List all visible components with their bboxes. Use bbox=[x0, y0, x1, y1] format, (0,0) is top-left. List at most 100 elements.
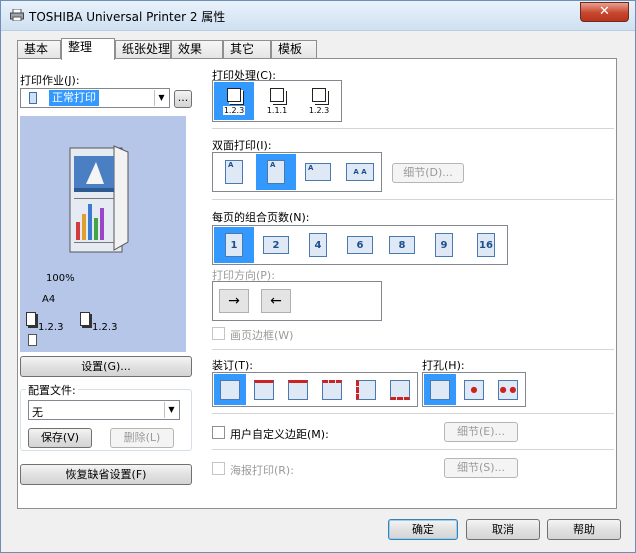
staple-option-center[interactable] bbox=[384, 374, 416, 405]
nup-option-4[interactable]: 4 bbox=[298, 227, 338, 263]
duplex-long-icon: A bbox=[267, 160, 285, 184]
punch-option-none[interactable] bbox=[424, 374, 456, 405]
profile-value: 无 bbox=[32, 406, 43, 419]
sort-option-collate[interactable]: 1.2.3 bbox=[214, 82, 254, 120]
profile-select[interactable]: 无 ▼ bbox=[28, 400, 180, 420]
duplex-option-booklet[interactable]: A A bbox=[340, 154, 380, 190]
stack-icon bbox=[312, 87, 326, 102]
nup-option-label: 8 bbox=[389, 236, 415, 254]
staple-page-icon bbox=[254, 379, 274, 400]
chevron-down-icon[interactable]: ▼ bbox=[154, 90, 168, 106]
page-icon bbox=[28, 334, 37, 346]
staple-option-top-right[interactable] bbox=[282, 374, 314, 405]
help-button[interactable]: 帮助 bbox=[547, 519, 621, 540]
duplex-option-none[interactable]: A bbox=[214, 154, 254, 190]
staple-option-none[interactable] bbox=[214, 374, 246, 405]
copies-sort-a: 1.2.3 bbox=[38, 322, 64, 333]
nup-option-9[interactable]: 9 bbox=[424, 227, 464, 263]
custom-margin-details-button[interactable]: 细节(E)... bbox=[444, 422, 518, 442]
separator bbox=[212, 128, 614, 129]
document-icon bbox=[29, 92, 37, 104]
preview-area: 100% A4 1.2.3 1.2.3 bbox=[20, 116, 186, 352]
save-profile-button[interactable]: 保存(V) bbox=[28, 428, 92, 448]
tab-other[interactable]: 其它 bbox=[223, 40, 271, 59]
print-job-label: 打印作业(J): bbox=[20, 74, 80, 87]
nup-option-8[interactable]: 8 bbox=[382, 227, 422, 263]
orientation-left-button[interactable]: ← bbox=[261, 289, 291, 313]
page-border-checkbox[interactable] bbox=[212, 327, 225, 340]
orientation-options: → ← bbox=[212, 281, 382, 321]
punch-page-icon: ● ● bbox=[498, 379, 518, 400]
sort-option-label: 1.1.1 bbox=[266, 105, 288, 115]
printer-icon bbox=[10, 9, 24, 21]
sort-option-label: 1.2.3 bbox=[222, 105, 246, 115]
staple-options bbox=[212, 372, 418, 407]
sort-copies-icon bbox=[26, 312, 36, 326]
staple-page-icon bbox=[220, 379, 240, 400]
settings-button[interactable]: 设置(G)... bbox=[20, 356, 192, 377]
paper-size: A4 bbox=[42, 294, 56, 305]
stack-icon bbox=[227, 87, 241, 102]
stack-icon bbox=[270, 87, 284, 102]
restore-defaults-button[interactable]: 恢复缺省设置(F) bbox=[20, 464, 192, 485]
document-preview-icon bbox=[69, 145, 129, 253]
nup-option-label: 6 bbox=[347, 236, 373, 254]
sort-option-label: 1.2.3 bbox=[308, 105, 330, 115]
staple-option-top-left[interactable] bbox=[248, 374, 280, 405]
nup-option-label: 4 bbox=[309, 233, 327, 257]
sort-copies-icon bbox=[80, 312, 90, 326]
punch-option-left[interactable]: ● bbox=[458, 374, 490, 405]
page-border-label: 画页边框(W) bbox=[230, 329, 294, 342]
duplex-option-short-edge[interactable]: A bbox=[298, 154, 338, 190]
staple-page-icon bbox=[322, 379, 342, 400]
tab-paper-handling[interactable]: 纸张处理 bbox=[115, 40, 171, 59]
nup-option-6[interactable]: 6 bbox=[340, 227, 380, 263]
tab-finishing[interactable]: 整理 bbox=[61, 38, 115, 60]
close-button[interactable]: ✕ bbox=[580, 2, 629, 22]
nup-option-16[interactable]: 16 bbox=[466, 227, 506, 263]
print-job-more-button[interactable]: ... bbox=[174, 90, 192, 108]
nup-option-label: 2 bbox=[263, 236, 289, 254]
sort-options: 1.2.3 1.1.1 1.2.3 bbox=[212, 80, 342, 122]
booklet-icon: A A bbox=[346, 163, 374, 181]
tab-effects[interactable]: 效果 bbox=[171, 40, 223, 59]
nup-option-1[interactable]: 1 bbox=[214, 227, 254, 263]
print-job-select[interactable]: 正常打印 ▼ bbox=[20, 88, 170, 108]
nup-option-2[interactable]: 2 bbox=[256, 227, 296, 263]
tab-basic[interactable]: 基本 bbox=[17, 40, 61, 59]
punch-option-top[interactable]: ● ● bbox=[492, 374, 524, 405]
arrow-right-icon: → bbox=[228, 293, 240, 309]
poster-details-button[interactable]: 细节(S)... bbox=[444, 458, 518, 478]
staple-option-left-double[interactable] bbox=[350, 374, 382, 405]
profile-label: 配置文件: bbox=[26, 382, 78, 398]
duplex-details-button[interactable]: 细节(D)... bbox=[392, 163, 464, 183]
duplex-option-long-edge[interactable]: A bbox=[256, 154, 296, 190]
cancel-button[interactable]: 取消 bbox=[466, 519, 540, 540]
poster-checkbox[interactable] bbox=[212, 462, 225, 475]
staple-page-icon bbox=[390, 379, 410, 400]
orientation-right-button[interactable]: → bbox=[219, 289, 249, 313]
separator bbox=[212, 413, 614, 414]
tab-panel-finishing: 打印作业(J): 正常打印 ▼ ... 100% A4 1.2.3 1.2.3 … bbox=[17, 58, 617, 509]
custom-margin-label: 用户自定义边距(M): bbox=[230, 428, 329, 441]
tab-template[interactable]: 模板 bbox=[271, 40, 317, 59]
zoom-level: 100% bbox=[46, 273, 75, 284]
chevron-down-icon[interactable]: ▼ bbox=[164, 402, 178, 418]
delete-profile-button[interactable]: 删除(L) bbox=[110, 428, 174, 448]
punch-label: 打孔(H): bbox=[422, 359, 465, 372]
poster-label: 海报打印(R): bbox=[230, 464, 294, 477]
staple-page-icon bbox=[356, 379, 376, 400]
punch-page-icon bbox=[430, 379, 450, 400]
ok-button[interactable]: 确定 bbox=[388, 519, 458, 540]
separator bbox=[212, 349, 614, 350]
arrow-left-icon: ← bbox=[270, 293, 282, 309]
staple-option-top-double[interactable] bbox=[316, 374, 348, 405]
staple-page-icon bbox=[288, 379, 308, 400]
duplex-options: A A A A A bbox=[212, 152, 382, 192]
printer-properties-dialog: TOSHIBA Universal Printer 2 属性 ✕ 基本 整理 纸… bbox=[0, 0, 636, 553]
separator bbox=[212, 199, 614, 200]
window-title: TOSHIBA Universal Printer 2 属性 bbox=[29, 10, 226, 24]
sort-option-rotate[interactable]: 1.2.3 bbox=[299, 82, 339, 120]
custom-margin-checkbox[interactable] bbox=[212, 426, 225, 439]
sort-option-group[interactable]: 1.1.1 bbox=[257, 82, 297, 120]
